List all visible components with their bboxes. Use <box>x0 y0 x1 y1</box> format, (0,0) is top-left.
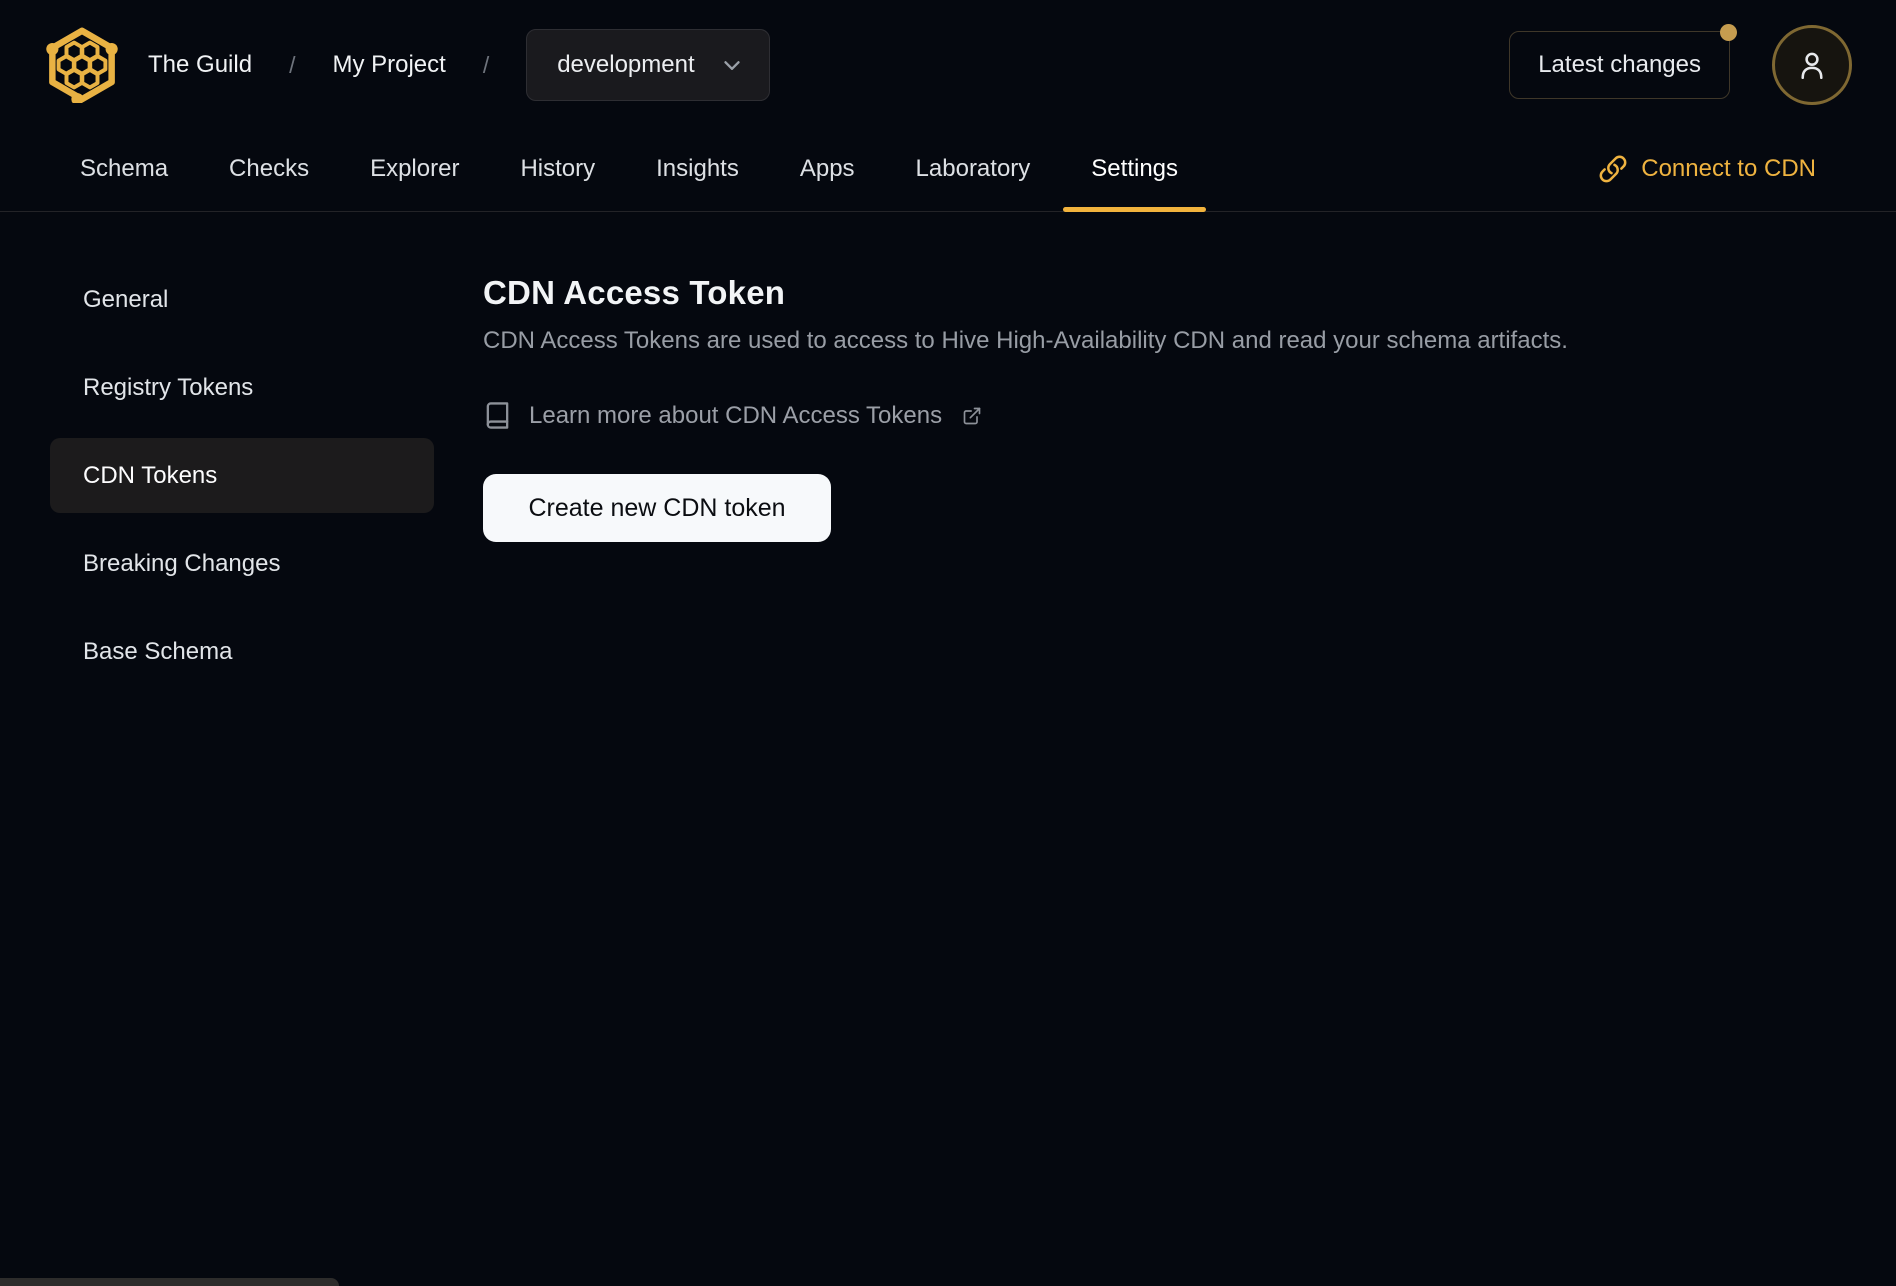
tab-navigation: Schema Checks Explorer History Insights … <box>0 126 1896 212</box>
learn-more-link[interactable]: Learn more about CDN Access Tokens <box>483 401 982 430</box>
settings-content: General Registry Tokens CDN Tokens Break… <box>0 212 1896 702</box>
book-icon <box>483 401 512 430</box>
page-description: CDN Access Tokens are used to access to … <box>483 327 1568 354</box>
latest-changes-button[interactable]: Latest changes <box>1509 24 1737 99</box>
bottom-widget-edge[interactable] <box>0 1278 339 1286</box>
settings-sidebar: General Registry Tokens CDN Tokens Break… <box>50 262 434 702</box>
connect-to-cdn-label: Connect to CDN <box>1641 154 1816 182</box>
notification-dot <box>1720 24 1737 41</box>
tab-schema[interactable]: Schema <box>52 126 196 211</box>
breadcrumb-separator: / <box>482 51 490 78</box>
breadcrumb-separator: / <box>289 51 296 78</box>
tab-settings[interactable]: Settings <box>1063 126 1206 212</box>
tab-explorer[interactable]: Explorer <box>342 126 487 211</box>
tab-laboratory[interactable]: Laboratory <box>888 126 1059 211</box>
user-menu-button[interactable] <box>1772 25 1852 105</box>
sidebar-item-cdn-tokens[interactable]: CDN Tokens <box>50 438 434 513</box>
tab-history[interactable]: History <box>492 126 623 211</box>
tab-checks[interactable]: Checks <box>201 126 337 211</box>
external-link-icon <box>962 406 982 426</box>
latest-changes-label: Latest changes <box>1538 51 1701 78</box>
connect-to-cdn-link[interactable]: Connect to CDN <box>1592 153 1822 185</box>
breadcrumb-organization[interactable]: The Guild <box>148 51 252 79</box>
sidebar-item-base-schema[interactable]: Base Schema <box>50 614 434 689</box>
chevron-down-icon <box>719 52 745 78</box>
create-cdn-token-button[interactable]: Create new CDN token <box>483 474 831 542</box>
tab-insights[interactable]: Insights <box>628 126 767 211</box>
breadcrumb-project[interactable]: My Project <box>332 51 445 79</box>
sidebar-item-breaking-changes[interactable]: Breaking Changes <box>50 526 434 601</box>
tab-apps[interactable]: Apps <box>772 126 883 211</box>
target-selector-value: development <box>557 51 695 78</box>
hive-logo-icon[interactable] <box>44 27 120 103</box>
learn-more-label: Learn more about CDN Access Tokens <box>529 401 943 429</box>
user-icon <box>1794 47 1830 83</box>
sidebar-item-registry-tokens[interactable]: Registry Tokens <box>50 350 434 425</box>
target-selector-dropdown[interactable]: development <box>526 29 770 101</box>
breadcrumb: The Guild / My Project / <box>148 51 489 79</box>
link-icon <box>1598 154 1628 184</box>
cdn-token-panel: CDN Access Token CDN Access Tokens are u… <box>483 274 1568 542</box>
page-title: CDN Access Token <box>483 274 786 311</box>
top-header: The Guild / My Project / development Lat… <box>0 0 1896 105</box>
sidebar-item-general[interactable]: General <box>50 262 434 337</box>
